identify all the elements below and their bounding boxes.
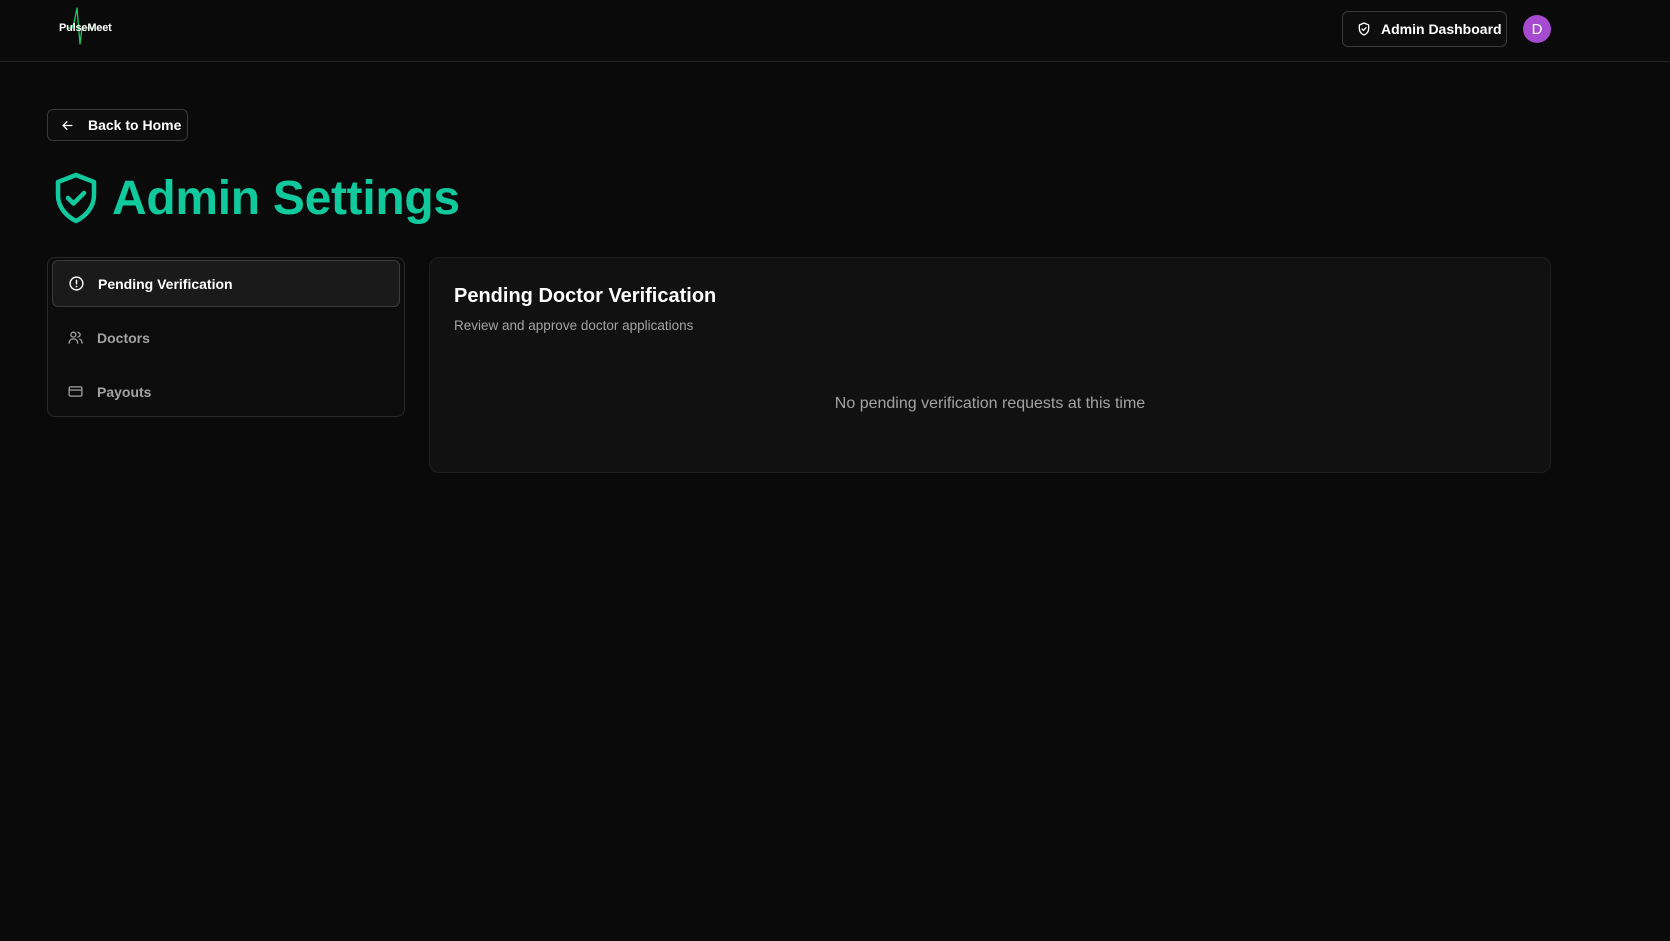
admin-dashboard-button[interactable]: Admin Dashboard xyxy=(1342,11,1507,47)
sidebar-item-doctors[interactable]: Doctors xyxy=(52,314,400,361)
sidebar-item-label: Payouts xyxy=(97,383,152,400)
users-icon xyxy=(68,331,83,344)
sidebar-item-pending-verification[interactable]: Pending Verification xyxy=(52,260,400,307)
shield-check-icon xyxy=(55,172,97,224)
user-avatar[interactable]: D xyxy=(1523,15,1551,43)
page-header: Admin Settings xyxy=(52,170,460,226)
pending-verification-panel: Pending Doctor Verification Review and a… xyxy=(429,257,1551,473)
logo-text: PulseMeet xyxy=(59,22,112,34)
sidebar-item-label: Pending Verification xyxy=(98,275,233,292)
alert-circle-icon xyxy=(69,276,84,291)
page-title: Admin Settings xyxy=(112,171,460,225)
pulsemeet-logo[interactable]: PulseMeet xyxy=(54,6,112,50)
sidebar-item-payouts[interactable]: Payouts xyxy=(52,368,400,415)
admin-dashboard-label: Admin Dashboard xyxy=(1381,21,1502,37)
top-navbar: PulseMeet Admin Dashboard D xyxy=(0,0,1670,62)
credit-card-icon xyxy=(68,386,83,397)
panel-subtitle: Review and approve doctor applications xyxy=(454,318,694,333)
back-to-home-button[interactable]: Back to Home xyxy=(47,109,188,141)
settings-sidebar: Pending Verification Doctors Payouts xyxy=(47,257,405,417)
panel-title: Pending Doctor Verification xyxy=(454,285,717,307)
arrow-left-icon xyxy=(62,120,73,130)
empty-state-message: No pending verification requests at this… xyxy=(834,395,1146,412)
sidebar-item-label: Doctors xyxy=(97,329,150,346)
back-to-home-label: Back to Home xyxy=(88,117,182,133)
shield-check-icon xyxy=(1358,22,1370,36)
